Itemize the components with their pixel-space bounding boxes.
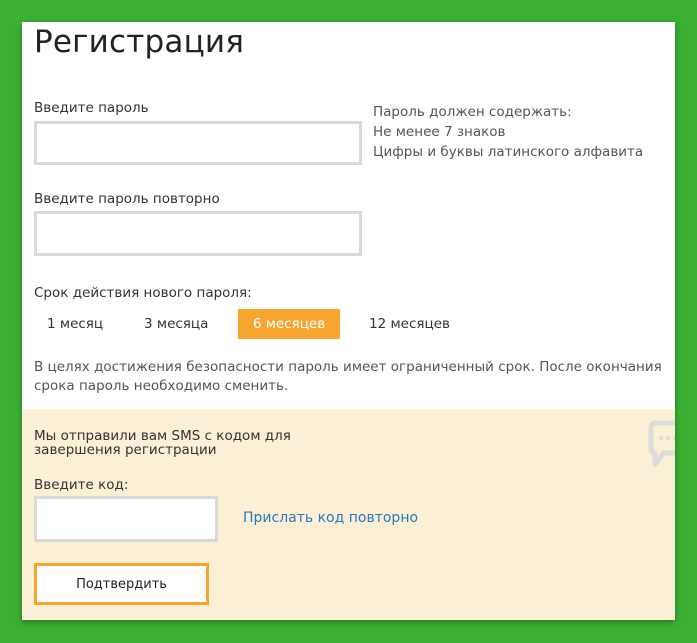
registration-card: Регистрация Введите пароль Пароль должен…: [22, 22, 675, 620]
requirement-item: Не менее 7 знаков: [373, 124, 506, 140]
confirm-button[interactable]: Подтвердить: [34, 563, 209, 605]
sms-message: Мы отправили вам SMS с кодом для заверше…: [34, 429, 291, 457]
period-option-1-month[interactable]: 1 месяц: [47, 309, 103, 339]
code-label: Введите код:: [34, 477, 129, 493]
period-option-3-months[interactable]: 3 месяца: [144, 309, 208, 339]
password-repeat-field[interactable]: [34, 211, 362, 256]
period-option-12-months[interactable]: 12 месяцев: [369, 309, 450, 339]
requirements-heading: Пароль должен содержать:: [373, 104, 572, 120]
speech-bubble-icon: [647, 419, 675, 475]
period-option-6-months[interactable]: 6 месяцев: [238, 309, 340, 339]
page-title: Регистрация: [34, 24, 245, 60]
sms-message-line: завершения регистрации: [34, 442, 217, 458]
sms-code-field[interactable]: [34, 496, 218, 542]
sms-panel: Мы отправили вам SMS с кодом для заверше…: [22, 409, 675, 620]
password-label: Введите пароль: [34, 100, 149, 116]
sms-message-line: Мы отправили вам SMS с кодом для: [34, 428, 291, 444]
password-requirements: Пароль должен содержать: Не менее 7 знак…: [373, 102, 643, 162]
password-field[interactable]: [34, 121, 362, 165]
validity-notice: В целях достижения безопасности пароль и…: [34, 359, 662, 394]
password-repeat-label: Введите пароль повторно: [34, 191, 220, 207]
validity-label: Срок действия нового пароля:: [34, 285, 252, 301]
requirement-item: Цифры и буквы латинского алфавита: [373, 144, 644, 160]
resend-code-link[interactable]: Прислать код повторно: [243, 510, 418, 526]
